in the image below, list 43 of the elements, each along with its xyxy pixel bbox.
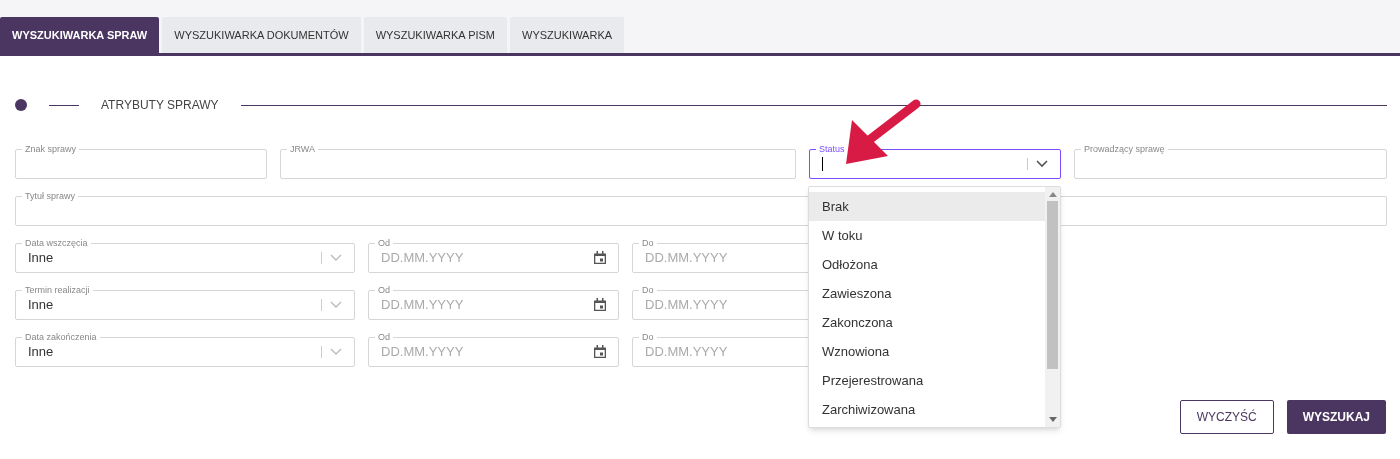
- date-field[interactable]: Od DD.MM.YYYY: [368, 238, 619, 273]
- field-label: Do: [641, 332, 655, 342]
- field-label: Znak sprawy: [24, 144, 78, 154]
- text-cursor: [822, 156, 823, 171]
- date-field[interactable]: Od DD.MM.YYYY: [368, 285, 619, 320]
- date-type-select[interactable]: Data wszczęcia Inne: [15, 238, 355, 273]
- field-label: Tytuł sprawy: [24, 191, 76, 201]
- field-label: Data wszczęcia: [24, 238, 89, 248]
- tab[interactable]: WYSZUKIWARKA SPRAW: [0, 17, 160, 53]
- dropdown-option[interactable]: Przejerestrowana: [809, 366, 1045, 395]
- chevron-down-icon: [330, 300, 342, 309]
- dropdown-option[interactable]: Brak: [809, 192, 1045, 221]
- date-type-select[interactable]: Termin realizacji Inne: [15, 285, 355, 320]
- scroll-up-icon: [1048, 192, 1057, 197]
- tab[interactable]: WYSZUKIWARKA PISM: [363, 17, 508, 53]
- field-label: Do: [641, 238, 655, 248]
- date-type-select[interactable]: Data zakończenia Inne: [15, 332, 355, 367]
- input-field[interactable]: Prowadzący sprawę: [1074, 144, 1387, 179]
- clear-button[interactable]: WYCZYŚĆ: [1179, 400, 1274, 434]
- scroll-down-icon: [1048, 417, 1057, 422]
- chevron-down-icon: [1036, 159, 1048, 168]
- field-label: Do: [641, 285, 655, 295]
- input-field[interactable]: Znak sprawy: [15, 144, 267, 179]
- date-field[interactable]: Od DD.MM.YYYY: [368, 332, 619, 367]
- tab[interactable]: WYSZUKIWARKA: [510, 17, 625, 53]
- search-button[interactable]: WYSZUKAJ: [1286, 400, 1386, 434]
- calendar-icon: [594, 298, 606, 311]
- field-label: Termin realizacji: [24, 285, 91, 295]
- calendar-icon: [594, 345, 606, 358]
- chevron-down-icon: [330, 253, 342, 262]
- field-label: Od: [377, 332, 391, 342]
- tab[interactable]: WYSZUKIWARKA DOKUMENTÓW: [162, 17, 361, 53]
- field-label: Data zakończenia: [24, 332, 98, 342]
- chevron-down-icon: [330, 347, 342, 356]
- calendar-icon: [594, 251, 606, 264]
- field-label: Status: [818, 144, 846, 154]
- field-label: Od: [377, 238, 391, 248]
- dropdown-option[interactable]: Zarchiwizowana: [809, 395, 1045, 424]
- section-title: ATRYBUTY SPRAWY: [101, 97, 219, 114]
- input-field[interactable]: JRWA: [280, 144, 796, 179]
- field-label: Prowadzący sprawę: [1083, 144, 1166, 154]
- field-label: Od: [377, 285, 391, 295]
- field-label: JRWA: [289, 144, 316, 154]
